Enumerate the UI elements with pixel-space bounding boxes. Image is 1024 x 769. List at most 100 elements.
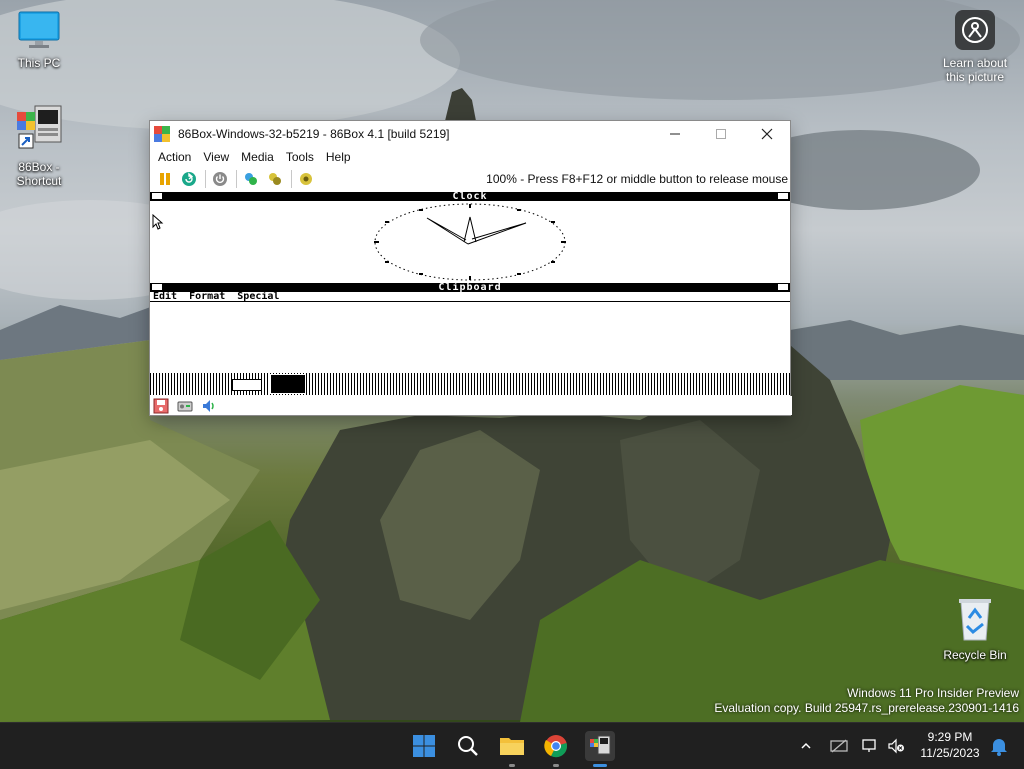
86box-taskbar-button[interactable]	[585, 731, 615, 761]
86box-app-icon	[0, 104, 78, 157]
menu-media[interactable]: Media	[235, 150, 280, 164]
pause-icon	[160, 173, 170, 185]
reset-button[interactable]	[178, 168, 200, 190]
clock-face-icon	[374, 203, 566, 281]
analog-clock	[150, 201, 790, 283]
window-title: 86Box-Windows-32-b5219 - 86Box 4.1 [buil…	[178, 127, 450, 141]
menu-view[interactable]: View	[197, 150, 235, 164]
clock-maximize-icon[interactable]	[778, 193, 788, 199]
desktop-icon-recycle-bin[interactable]: Recycle Bin	[936, 596, 1014, 662]
settings-gear-icon	[300, 173, 312, 185]
bell-icon	[991, 739, 1007, 756]
86box-titlebar-icon	[154, 126, 170, 142]
emulated-desktop-background[interactable]	[150, 373, 790, 395]
learn-label-line2: this picture	[945, 70, 1005, 84]
show-hidden-icons-button[interactable]	[796, 740, 816, 752]
minimize-button[interactable]	[652, 121, 698, 147]
file-explorer-button[interactable]	[497, 731, 527, 761]
toolbar-status-text: 100% - Press F8+F12 or middle button to …	[486, 172, 788, 186]
settings-button[interactable]	[295, 168, 317, 190]
menu-help[interactable]: Help	[320, 150, 357, 164]
ctrl-alt-del-button[interactable]	[240, 168, 262, 190]
status-bar	[150, 396, 792, 415]
power-button[interactable]	[209, 168, 231, 190]
system-tray	[796, 723, 906, 769]
menu-action[interactable]: Action	[152, 150, 197, 164]
learn-label-line1: Learn about	[942, 56, 1008, 70]
floppy-drive-status[interactable]	[152, 398, 170, 414]
ctrl-esc-button[interactable]	[264, 168, 286, 190]
minimize-icon	[670, 133, 680, 135]
toolbar-separator	[205, 170, 206, 188]
running-indicator	[553, 764, 559, 767]
keyboard-combo-icon	[245, 173, 257, 185]
toolbar-separator	[236, 170, 237, 188]
menu-bar: Action View Media Tools Help	[150, 147, 790, 167]
speaker-muted-icon	[888, 738, 904, 754]
tray-app-button[interactable]	[824, 738, 854, 754]
menu-tools[interactable]: Tools	[280, 150, 320, 164]
watermark-line1: Windows 11 Pro Insider Preview	[847, 686, 1019, 700]
maximize-icon	[716, 129, 726, 139]
close-icon	[761, 128, 773, 140]
emulated-screen[interactable]: Clock Clipboard Edit Format Special	[150, 192, 790, 396]
windows-logo-icon	[413, 735, 435, 757]
clipboard-window-title: Clipboard	[438, 282, 502, 293]
mouse-cursor-icon	[152, 214, 164, 230]
maximize-button[interactable]	[698, 121, 744, 147]
chrome-icon	[544, 735, 567, 758]
hard-disk-status[interactable]	[176, 398, 194, 414]
clipboard-menu-bar[interactable]: Edit Format Special	[150, 292, 790, 302]
watermark-line2: Evaluation copy. Build 25947.rs_prerelea…	[714, 701, 1019, 715]
taskbar-clock[interactable]: 9:29 PM 11/25/2023	[910, 729, 990, 761]
active-indicator	[593, 764, 607, 767]
clock-window-titlebar[interactable]: Clock	[150, 192, 790, 202]
clock-date: 11/25/2023	[920, 746, 980, 760]
volume-button[interactable]	[886, 738, 906, 754]
folder-icon	[500, 738, 524, 755]
notifications-button[interactable]	[984, 731, 1014, 761]
chevron-up-icon	[801, 742, 811, 749]
desktop-icon-label: 86Box - Shortcut	[16, 160, 62, 188]
recycle-bin-icon	[936, 596, 1014, 645]
window-titlebar[interactable]: 86Box-Windows-32-b5219 - 86Box 4.1 [buil…	[150, 121, 790, 147]
start-button[interactable]	[409, 731, 439, 761]
clipboard-control-menu-icon[interactable]	[152, 284, 162, 290]
camera-info-icon	[955, 10, 995, 50]
clock-time: 9:29 PM	[927, 730, 973, 744]
network-button[interactable]	[856, 738, 886, 754]
speaker-icon	[203, 399, 214, 412]
clipboard-maximize-icon[interactable]	[778, 284, 788, 290]
power-icon	[213, 172, 227, 186]
network-icon	[862, 739, 876, 752]
desktop-icon-label: This PC	[17, 56, 61, 70]
search-button[interactable]	[453, 731, 483, 761]
toolbar-separator	[291, 170, 292, 188]
search-icon	[458, 736, 478, 756]
toolbar: 100% - Press F8+F12 or middle button to …	[150, 167, 790, 191]
chrome-button[interactable]	[541, 731, 571, 761]
learn-about-picture[interactable]: Learn about this picture	[936, 10, 1014, 84]
minimized-program-icon-selected[interactable]	[270, 374, 306, 394]
floppy-icon	[153, 398, 169, 413]
monitor-icon	[0, 10, 78, 53]
86box-window[interactable]: 86Box-Windows-32-b5219 - 86Box 4.1 [buil…	[150, 121, 792, 415]
86box-app-icon	[590, 735, 611, 755]
taskbar: 9:29 PM 11/25/2023	[0, 722, 1024, 769]
gears-icon	[269, 173, 281, 185]
desktop-icon-86box-shortcut[interactable]: 86Box - Shortcut	[0, 104, 78, 188]
clock-control-menu-icon[interactable]	[152, 193, 162, 199]
network-disconnected-icon	[830, 739, 848, 753]
desktop-icon-label: Recycle Bin	[943, 648, 1007, 662]
clipboard-window-titlebar[interactable]: Clipboard	[150, 282, 790, 293]
desktop-icon-this-pc[interactable]: This PC	[0, 10, 78, 70]
evaluation-watermark: Windows 11 Pro Insider Preview Evaluatio…	[714, 686, 1019, 716]
clipboard-content-area[interactable]	[150, 302, 790, 373]
sound-status[interactable]	[200, 398, 218, 414]
minimized-program-icon[interactable]	[232, 379, 262, 391]
running-indicator	[509, 764, 515, 767]
close-button[interactable]	[744, 121, 790, 147]
pause-button[interactable]	[154, 168, 176, 190]
reset-icon	[182, 172, 196, 186]
hard-disk-icon	[177, 401, 193, 411]
